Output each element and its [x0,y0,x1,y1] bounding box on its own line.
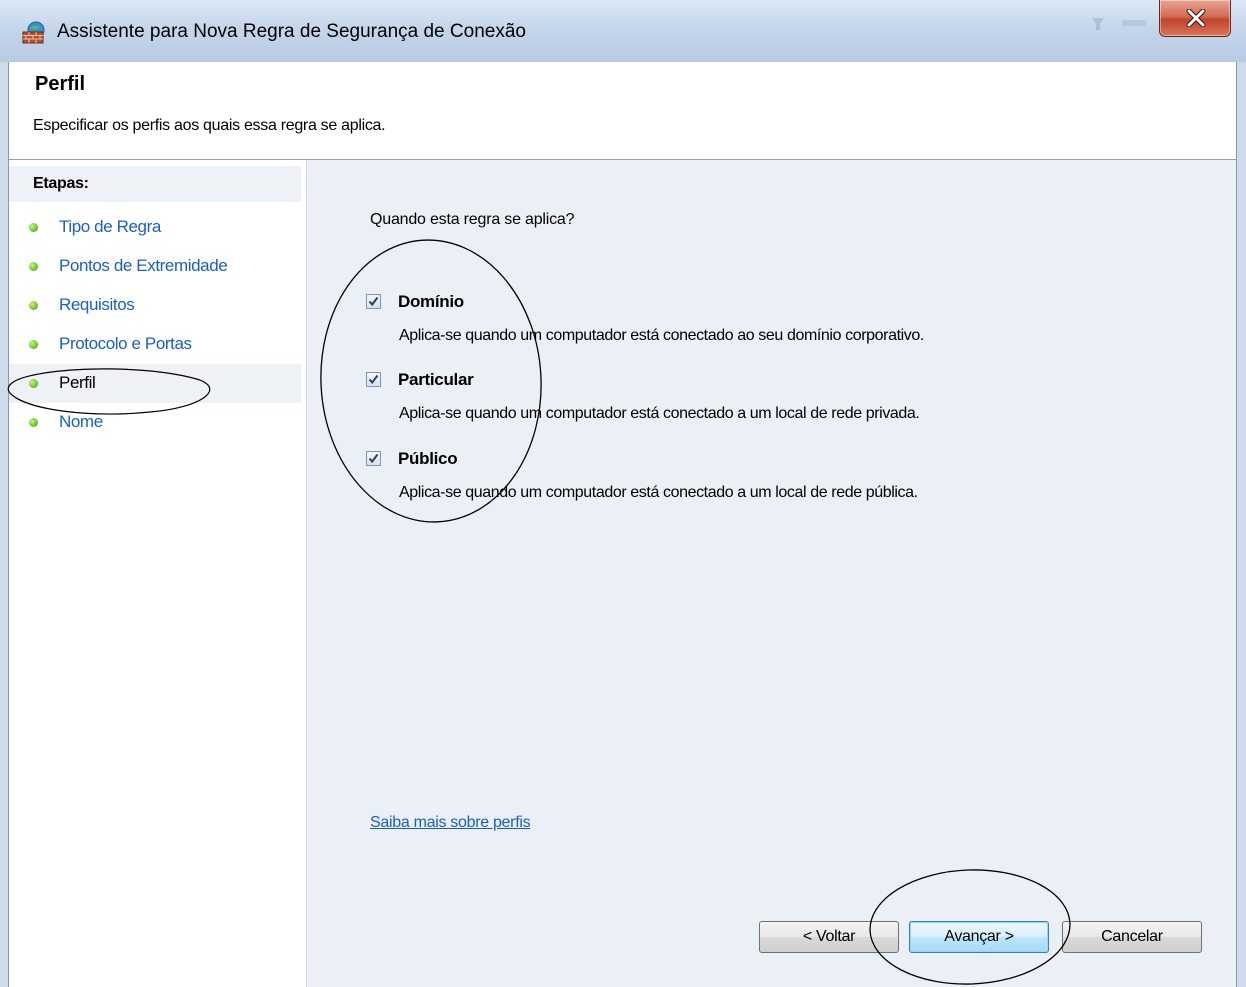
step-label[interactable]: Pontos de Extremidade [59,255,228,277]
green-bullet-icon [29,379,38,388]
private-checkbox[interactable] [366,372,381,387]
green-bullet-icon [29,223,38,232]
domain-option-label[interactable]: Domínio [398,291,464,313]
step-label[interactable]: Requisitos [59,294,135,316]
green-bullet-icon [29,262,38,271]
step-label: Perfil [59,373,96,392]
firewall-icon [22,20,48,44]
wizard-header: Perfil Especificar os perfis aos quais e… [9,62,1236,160]
close-icon [1186,9,1206,27]
checkmark-icon [368,296,379,307]
steps-sidebar: Etapas: Tipo de Regra Pontos de Extremid… [9,160,307,987]
domain-option-description: Aplica-se quando um computador está cone… [399,327,924,344]
background-window-ghost [1078,10,1158,38]
step-pontos-de-extremidade[interactable]: Pontos de Extremidade [9,247,301,286]
step-protocolo-e-portas[interactable]: Protocolo e Portas [9,325,301,364]
back-button[interactable]: < Voltar [759,921,899,953]
checkmark-icon [368,453,379,464]
main-panel: Quando esta regra se aplica? Domínio Apl… [307,160,1236,987]
step-perfil: Perfil [9,364,301,403]
wizard-window: Assistente para Nova Regra de Segurança … [0,0,1246,987]
step-label[interactable]: Tipo de Regra [59,216,161,238]
green-bullet-icon [29,340,38,349]
public-option-description: Aplica-se quando um computador está cone… [399,484,918,501]
cancel-button[interactable]: Cancelar [1062,921,1202,953]
steps-heading: Etapas: [9,166,301,202]
title-bar[interactable]: Assistente para Nova Regra de Segurança … [0,0,1246,62]
close-button[interactable] [1159,0,1231,37]
step-tipo-de-regra[interactable]: Tipo de Regra [9,208,301,247]
question-label: Quando esta regra se aplica? [370,211,575,228]
step-requisitos[interactable]: Requisitos [9,286,301,325]
page-subtitle: Especificar os perfis aos quais essa reg… [33,117,386,134]
private-option-label[interactable]: Particular [398,369,474,391]
green-bullet-icon [29,418,38,427]
private-option-description: Aplica-se quando um computador está cone… [399,405,920,422]
next-button[interactable]: Avançar > [909,921,1049,953]
page-title: Perfil [35,73,86,95]
checkmark-icon [368,374,379,385]
client-area: Perfil Especificar os perfis aos quais e… [8,62,1237,987]
public-option-label[interactable]: Público [398,448,458,470]
step-label[interactable]: Nome [59,411,103,433]
window-title: Assistente para Nova Regra de Segurança … [57,21,526,42]
public-checkbox[interactable] [366,451,381,466]
step-nome[interactable]: Nome [9,403,301,442]
green-bullet-icon [29,301,38,310]
domain-checkbox[interactable] [366,294,381,309]
learn-more-link[interactable]: Saiba mais sobre perfis [370,812,531,834]
steps-heading-label: Etapas: [33,175,89,192]
step-label[interactable]: Protocolo e Portas [59,333,192,355]
